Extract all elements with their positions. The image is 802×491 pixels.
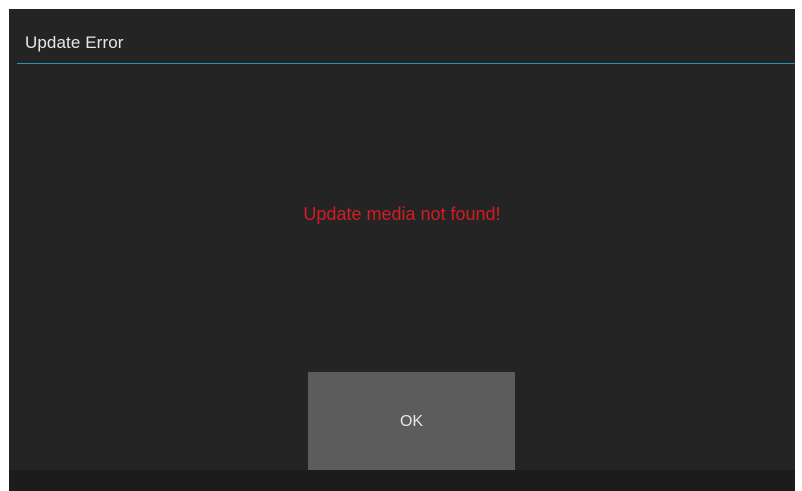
title-divider xyxy=(17,63,795,64)
dialog-title: Update Error xyxy=(25,33,124,52)
ok-button[interactable]: OK xyxy=(308,372,515,471)
update-error-dialog: Update Error Update media not found! OK xyxy=(9,9,795,491)
error-message: Update media not found! xyxy=(303,204,501,224)
bottom-edge xyxy=(9,470,795,491)
screen: Update Error Update media not found! OK xyxy=(0,0,802,491)
